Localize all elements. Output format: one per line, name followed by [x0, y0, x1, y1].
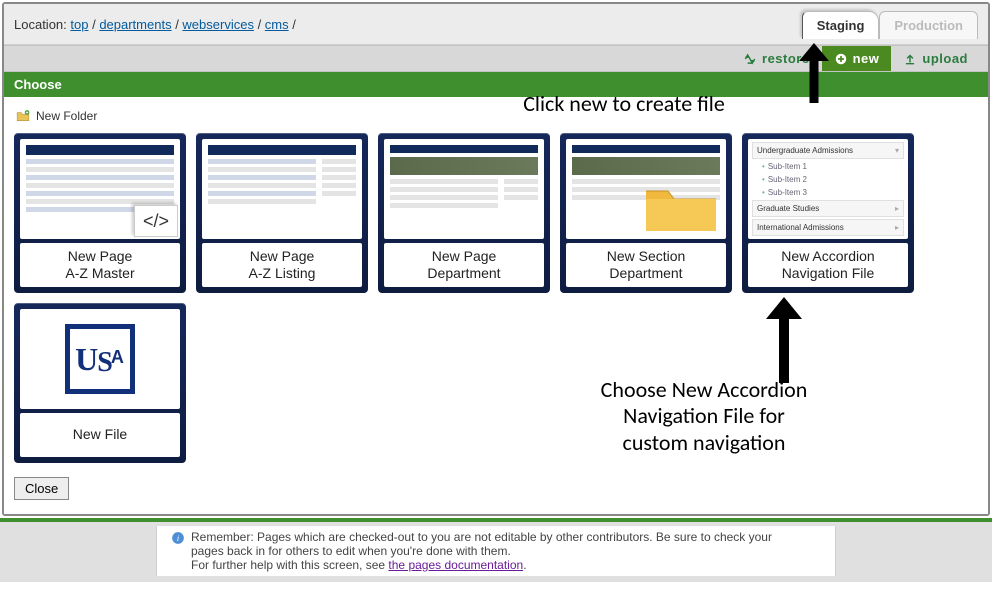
tab-production[interactable]: Production	[879, 11, 978, 39]
footer-text-1: Remember: Pages which are checked-out to…	[191, 530, 772, 558]
footer-note: i Remember: Pages which are checked-out …	[0, 518, 992, 582]
breadcrumb-top[interactable]: top	[70, 17, 88, 32]
info-icon: i	[171, 531, 185, 545]
usa-logo-icon: USA	[65, 324, 135, 394]
recycle-icon	[743, 52, 757, 66]
annotation-choose-accordion: Choose New Accordion Navigation File for…	[564, 377, 844, 456]
tile-new-section-department[interactable]: New Section Department	[560, 133, 732, 293]
breadcrumb-webservices[interactable]: webservices	[182, 17, 254, 32]
pages-documentation-link[interactable]: the pages documentation	[388, 558, 523, 572]
tile-new-accordion-nav-file[interactable]: Undergraduate Admissions▾ Sub-Item 1 Sub…	[742, 133, 914, 293]
upload-label: upload	[922, 51, 968, 66]
close-button[interactable]: Close	[14, 477, 69, 500]
tile-thumb: </>	[20, 139, 180, 239]
tile-thumb	[384, 139, 544, 239]
code-icon: </>	[134, 205, 178, 237]
location-bar: Location: top / departments / webservice…	[4, 4, 988, 45]
tile-label: New Page Department	[384, 243, 544, 287]
tile-label: New Page A-Z Master	[20, 243, 180, 287]
upload-icon	[903, 52, 917, 66]
tile-label: New File	[20, 413, 180, 457]
tile-thumb: Undergraduate Admissions▾ Sub-Item 1 Sub…	[748, 139, 908, 239]
tab-staging[interactable]: Staging	[802, 11, 880, 39]
tile-thumb	[202, 139, 362, 239]
tile-new-page-az-listing[interactable]: New Page A-Z Listing	[196, 133, 368, 293]
action-bar: restore new upload	[4, 45, 988, 72]
breadcrumb-cms[interactable]: cms	[265, 17, 289, 32]
tile-label: New Section Department	[566, 243, 726, 287]
folder-icon	[642, 181, 720, 235]
new-label: new	[853, 51, 880, 66]
tile-thumb: USA	[20, 309, 180, 409]
tile-new-page-az-master[interactable]: </> New Page A-Z Master	[14, 133, 186, 293]
breadcrumb: Location: top / departments / webservice…	[14, 17, 296, 32]
tile-thumb	[566, 139, 726, 239]
arrow-to-new-icon	[789, 41, 839, 105]
tile-new-file[interactable]: USA New File	[14, 303, 186, 463]
upload-button[interactable]: upload	[891, 46, 980, 71]
tile-new-page-department[interactable]: New Page Department	[378, 133, 550, 293]
arrow-to-accordion-icon	[754, 295, 814, 385]
new-folder-label: New Folder	[36, 109, 97, 123]
tile-label: New Accordion Navigation File	[748, 243, 908, 287]
tile-label: New Page A-Z Listing	[202, 243, 362, 287]
location-label: Location:	[14, 17, 67, 32]
env-tabs: Staging Production	[802, 10, 978, 38]
breadcrumb-departments[interactable]: departments	[99, 17, 171, 32]
annotation-click-new: Click new to create file	[484, 91, 764, 117]
content-area: Click new to create file New Folder	[4, 97, 988, 514]
footer-text-2b: .	[523, 558, 526, 572]
footer-text-2a: For further help with this screen, see	[191, 558, 388, 572]
folder-plus-icon	[16, 110, 30, 122]
